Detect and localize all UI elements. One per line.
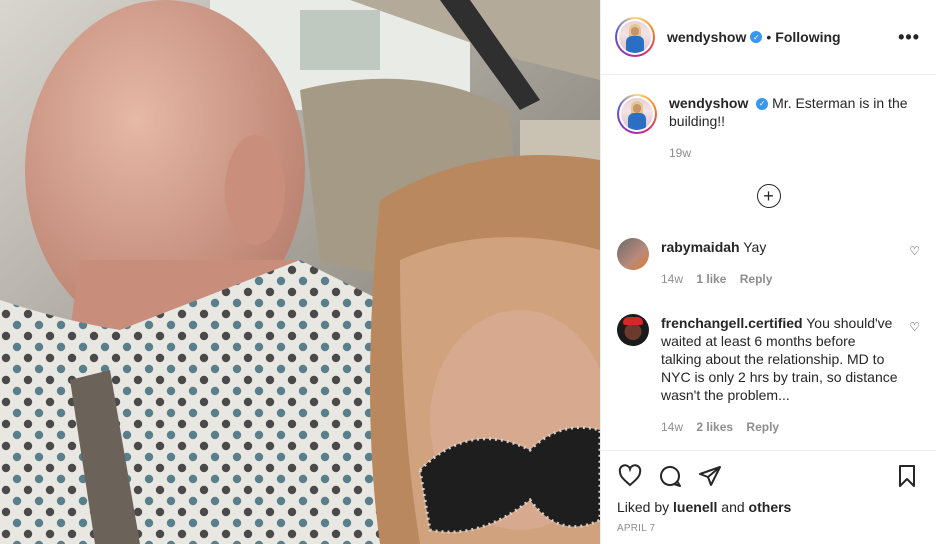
- comment-item: rabymaidah Yay 14w 1 like Reply ♡: [617, 238, 920, 288]
- comment-time[interactable]: 14w: [661, 420, 683, 434]
- comment-username[interactable]: rabymaidah: [661, 239, 740, 255]
- heart-icon[interactable]: [617, 463, 643, 489]
- more-options-icon[interactable]: •••: [898, 27, 920, 48]
- post-actions: Liked by luenell and others APRIL 7: [601, 450, 936, 544]
- caption-username[interactable]: wendyshow: [669, 95, 748, 111]
- post-details-panel: wendyshow ✓ • Following ••• wendyshow ✓ …: [600, 0, 936, 544]
- caption-time[interactable]: 19w: [669, 146, 691, 160]
- liked-by-user[interactable]: luenell: [673, 499, 717, 515]
- comment-reply-button[interactable]: Reply: [746, 420, 779, 434]
- caption-avatar-image: [621, 98, 653, 130]
- liked-by-conj: and: [721, 499, 745, 515]
- comment-meta: 14w 1 like Reply: [661, 270, 898, 288]
- comment-time[interactable]: 14w: [661, 272, 683, 286]
- post-caption: wendyshow ✓ Mr. Esterman is in the build…: [617, 76, 920, 162]
- comments-section[interactable]: wendyshow ✓ Mr. Esterman is in the build…: [601, 76, 936, 450]
- caption-meta: 19w: [669, 144, 920, 162]
- liked-by-prefix: Liked by: [617, 499, 670, 515]
- verified-badge-icon: ✓: [756, 98, 769, 111]
- author-username[interactable]: wendyshow: [667, 29, 746, 45]
- liked-by-line: Liked by luenell and others: [617, 499, 920, 515]
- post-date[interactable]: APRIL 7: [617, 523, 920, 534]
- bookmark-icon[interactable]: [894, 463, 920, 489]
- comment-likes[interactable]: 2 likes: [696, 420, 733, 434]
- author-avatar[interactable]: [615, 17, 655, 57]
- comment-item: frenchangell.certified You should've wai…: [617, 314, 920, 436]
- comment-meta: 14w 2 likes Reply: [661, 418, 898, 436]
- comment-username[interactable]: frenchangell.certified: [661, 315, 803, 331]
- caption-body: wendyshow ✓ Mr. Esterman is in the build…: [669, 94, 920, 162]
- post-photo[interactable]: [0, 0, 600, 544]
- comment-icon[interactable]: [657, 463, 683, 489]
- load-more-comments: +: [617, 184, 920, 208]
- comment-like-heart-icon[interactable]: ♡: [909, 244, 920, 258]
- author-avatar-image: [619, 21, 651, 53]
- comment-reply-button[interactable]: Reply: [740, 272, 773, 286]
- comment-body: frenchangell.certified You should've wai…: [661, 314, 920, 436]
- comment-like-heart-icon[interactable]: ♡: [909, 320, 920, 334]
- post-header: wendyshow ✓ • Following •••: [601, 0, 936, 75]
- comment-text: Yay: [743, 239, 767, 255]
- load-more-comments-button[interactable]: +: [756, 184, 781, 208]
- verified-badge-icon: ✓: [750, 31, 763, 43]
- comment-likes[interactable]: 1 like: [696, 272, 726, 286]
- action-icons-row: [617, 461, 920, 491]
- comment-body: rabymaidah Yay 14w 1 like Reply: [661, 238, 920, 288]
- caption-avatar[interactable]: [617, 94, 657, 134]
- post-photo-image: [0, 0, 600, 544]
- commenter-avatar[interactable]: [617, 238, 649, 270]
- share-icon[interactable]: [697, 463, 723, 489]
- liked-by-others[interactable]: others: [749, 499, 792, 515]
- commenter-avatar[interactable]: [617, 314, 649, 346]
- separator-dot: •: [766, 29, 772, 45]
- following-button[interactable]: Following: [775, 29, 840, 45]
